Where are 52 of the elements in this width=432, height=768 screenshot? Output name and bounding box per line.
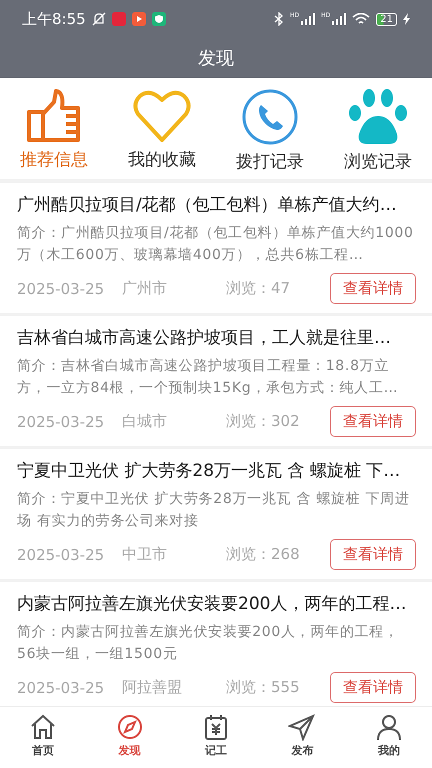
shield-app-icon: [152, 12, 166, 26]
charging-icon: [403, 13, 410, 25]
details-button[interactable]: 查看详情: [330, 273, 416, 304]
send-icon: [288, 713, 316, 741]
view-count: 浏览：302: [226, 412, 301, 431]
post-title: 广州酷贝拉项目/花都（包工包料）单栋产值大约…: [17, 194, 398, 217]
post-summary: 简介：宁夏中卫光伏 扩大劳务28万一兆瓦 含 螺旋桩 下周进场 有实力的劳务公司来对接: [17, 490, 411, 531]
category-shortcut[interactable]: 浏览记录: [328, 88, 428, 173]
post-date: 2025-03-25: [17, 412, 106, 430]
post-date: 2025-03-25: [17, 280, 106, 298]
tab-bar-item[interactable]: 发布: [272, 713, 332, 768]
user-icon: [374, 713, 403, 741]
tab-bar-item[interactable]: 首页: [13, 713, 74, 768]
home-icon: [29, 713, 58, 741]
tab-bar-item[interactable]: 记工: [186, 713, 246, 768]
compass-icon: [116, 713, 144, 741]
post-city: 白城市: [122, 412, 168, 431]
post-summary: 简介：广州酷贝拉项目/花都（包工包料）单栋产值大约1000万（木工600万、玻璃幕墙400万），总共6栋工程…: [17, 224, 415, 265]
category-shortcut[interactable]: 拨打记录: [220, 88, 320, 173]
page-title: 发现: [198, 47, 234, 70]
tab-bar-item[interactable]: 发现: [100, 713, 160, 768]
heart-icon: [132, 88, 192, 144]
post-summary: 简介：吉林省白城市高速公路护坡项目工程量：18.8万立方，一立方84根，一个预制块15Kg，承包方式：纯人工…: [17, 357, 400, 398]
paw-icon: [347, 88, 409, 146]
tab-bar-item[interactable]: 我的: [358, 713, 419, 768]
post-date: 2025-03-25: [17, 546, 106, 564]
category-shortcut[interactable]: 我的收藏: [112, 88, 212, 173]
phone-icon: [241, 88, 299, 146]
post-title: 内蒙古阿拉善左旗光伏安装要200人，两年的工程…: [17, 593, 408, 616]
details-button[interactable]: 查看详情: [330, 406, 416, 437]
view-count: 浏览：555: [226, 678, 301, 697]
battery-level: 21: [376, 12, 397, 26]
post-title: 宁夏中卫光伏 扩大劳务28万一兆瓦 含 螺旋桩 下…: [17, 460, 402, 483]
view-count: 浏览：268: [226, 545, 301, 564]
status-time: 上午8:55: [22, 10, 86, 28]
thumbs-up-icon: [26, 88, 82, 144]
signal-icon: [301, 13, 316, 25]
view-count: 浏览：47: [226, 279, 292, 298]
signal-icon: [332, 13, 346, 25]
video-app-icon: [132, 12, 146, 26]
app-icon: [112, 12, 126, 26]
post-summary: 简介：内蒙古阿拉善左旗光伏安装要200人，两年的工程，56块一组，一组1500元: [17, 623, 400, 664]
post-city: 阿拉善盟: [122, 678, 183, 697]
post-date: 2025-03-25: [17, 678, 106, 696]
wifi-icon: [352, 12, 370, 26]
post-city: 中卫市: [122, 545, 168, 564]
bluetooth-icon: [274, 12, 284, 26]
details-button[interactable]: 查看详情: [330, 539, 416, 570]
details-button[interactable]: 查看详情: [330, 672, 416, 703]
post-title: 吉林省白城市高速公路护坡项目，工人就是往里…: [17, 327, 392, 350]
mute-bell-icon: [92, 12, 106, 26]
post-city: 广州市: [122, 279, 168, 298]
